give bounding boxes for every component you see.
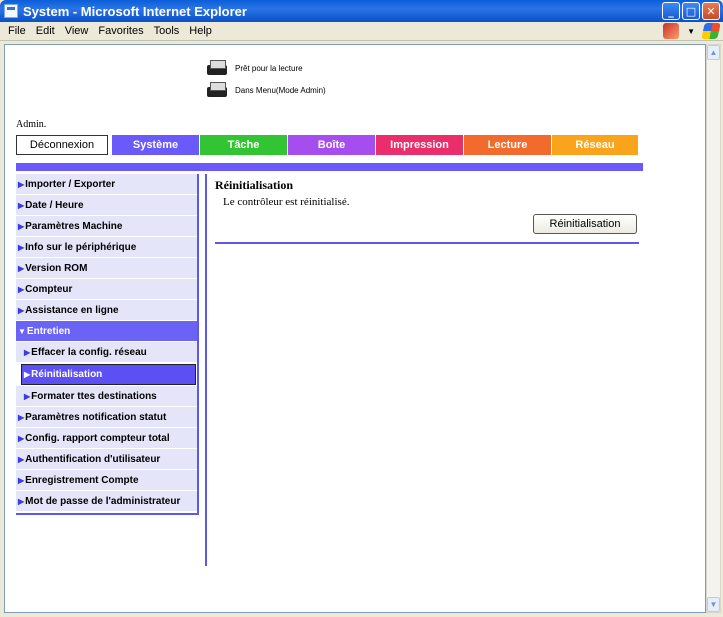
menu-view[interactable]: View — [60, 25, 94, 37]
printer-icon — [205, 59, 229, 77]
sidebar-item-authentification[interactable]: ▶ Authentification d'utilisateur — [16, 449, 197, 470]
sidebar-bottom-divider — [16, 512, 197, 515]
arrow-right-icon: ▶ — [24, 347, 31, 357]
menu-favorites[interactable]: Favorites — [93, 25, 148, 37]
printer-icon — [205, 81, 229, 99]
menu-help[interactable]: Help — [184, 25, 217, 37]
sidebar-item-reinitialisation[interactable]: ▶ Réinitialisation — [21, 364, 196, 385]
minimize-icon[interactable]: _ — [662, 2, 680, 20]
sidebar: ▶ Importer / Exporter ▶ Date / Heure ▶ Para… — [16, 174, 199, 515]
sidebar-item-date-heure[interactable]: ▶ Date / Heure — [16, 195, 197, 216]
content-divider-vertical — [205, 174, 207, 566]
sidebar-item-effacer-config[interactable]: ▶ Effacer la config. réseau — [16, 342, 197, 363]
chevron-down-icon[interactable]: ▼ — [687, 27, 695, 36]
page-title: Réinitialisation — [215, 178, 294, 192]
sidebar-item-mot-de-passe-admin[interactable]: ▶ Mot de passe de l'administrateur — [16, 491, 197, 512]
tab-reseau[interactable]: Réseau — [551, 135, 638, 155]
printer-toolbar-icon[interactable] — [663, 23, 680, 39]
sidebar-item-importer-exporter[interactable]: ▶ Importer / Exporter — [16, 174, 197, 195]
page-viewport: Prêt pour la lecture Dans Menu(Mode Admi… — [4, 44, 706, 613]
sidebar-item-parametres-machine[interactable]: ▶ Paramètres Machine — [16, 216, 197, 237]
tab-impression[interactable]: Impression — [375, 135, 463, 155]
sidebar-item-entretien[interactable]: ▼ Entretien — [16, 321, 197, 342]
window-titlebar: System - Microsoft Internet Explorer _ □… — [0, 0, 723, 22]
scroll-up-icon[interactable]: ▲ — [707, 45, 720, 60]
status-message: Le contrôleur est réinitialisé. — [223, 196, 350, 208]
nav-divider-bar — [16, 163, 643, 171]
arrow-right-icon: ▶ — [18, 242, 25, 252]
menu-bar: File Edit View Favorites Tools Help ▼ — [0, 22, 723, 41]
close-icon[interactable]: ✕ — [702, 2, 720, 20]
menu-file[interactable]: File — [3, 25, 31, 37]
sidebar-item-notification-statut[interactable]: ▶ Paramètres notification statut — [16, 407, 197, 428]
windows-logo-icon — [701, 23, 721, 39]
arrow-right-icon: ▶ — [18, 179, 25, 189]
arrow-right-icon: ▶ — [18, 412, 25, 422]
tab-boite[interactable]: Boîte — [287, 135, 375, 155]
sidebar-item-formater-destinations[interactable]: ▶ Formater ttes destinations — [16, 386, 197, 407]
status-ready-text: Prêt pour la lecture — [235, 63, 303, 73]
device-status: Prêt pour la lecture Dans Menu(Mode Admi… — [205, 57, 326, 101]
arrow-right-icon: ▶ — [18, 263, 25, 273]
content-divider — [215, 242, 639, 244]
scroll-down-icon[interactable]: ▼ — [707, 597, 720, 612]
window-title: System - Microsoft Internet Explorer — [23, 3, 247, 19]
arrow-right-icon: ▶ — [18, 200, 25, 210]
main-content: Réinitialisation Le contrôleur est réini… — [215, 174, 639, 244]
reset-button[interactable]: Réinitialisation — [533, 214, 637, 234]
arrow-down-icon: ▼ — [18, 326, 26, 336]
sidebar-item-rapport-compteur[interactable]: ▶ Config. rapport compteur total — [16, 428, 197, 449]
main-nav: Déconnexion Système Tâche Boîte Impressi… — [16, 135, 638, 155]
window-controls: _ □ ✕ — [662, 2, 720, 20]
sidebar-item-compteur[interactable]: ▶ Compteur — [16, 279, 197, 300]
sidebar-item-info-peripherique[interactable]: ▶ Info sur le périphérique — [16, 237, 197, 258]
tab-lecture[interactable]: Lecture — [463, 135, 551, 155]
arrow-right-icon: ▶ — [18, 221, 25, 231]
arrow-right-icon: ▶ — [18, 433, 25, 443]
arrow-right-icon: ▶ — [24, 391, 31, 401]
maximize-icon[interactable]: □ — [682, 2, 700, 20]
tab-tache[interactable]: Tâche — [199, 135, 287, 155]
menu-edit[interactable]: Edit — [31, 25, 60, 37]
menu-tools[interactable]: Tools — [149, 25, 185, 37]
sidebar-item-enregistrement-compte[interactable]: ▶ Enregistrement Compte — [16, 470, 197, 491]
arrow-right-icon: ▶ — [18, 496, 25, 506]
status-mode-text: Dans Menu(Mode Admin) — [235, 85, 326, 95]
arrow-right-icon: ▶ — [18, 284, 25, 294]
admin-label: Admin. — [16, 119, 47, 130]
ie-app-icon — [4, 4, 18, 18]
arrow-right-icon: ▶ — [24, 370, 31, 379]
vertical-scrollbar[interactable]: ▲ ▼ — [706, 44, 721, 613]
arrow-right-icon: ▶ — [18, 454, 25, 464]
sidebar-item-assistance[interactable]: ▶ Assistance en ligne — [16, 300, 197, 321]
logout-button[interactable]: Déconnexion — [16, 135, 108, 155]
tab-systeme[interactable]: Système — [111, 135, 199, 155]
sidebar-item-version-rom[interactable]: ▶ Version ROM — [16, 258, 197, 279]
arrow-right-icon: ▶ — [18, 475, 25, 485]
arrow-right-icon: ▶ — [18, 305, 25, 315]
